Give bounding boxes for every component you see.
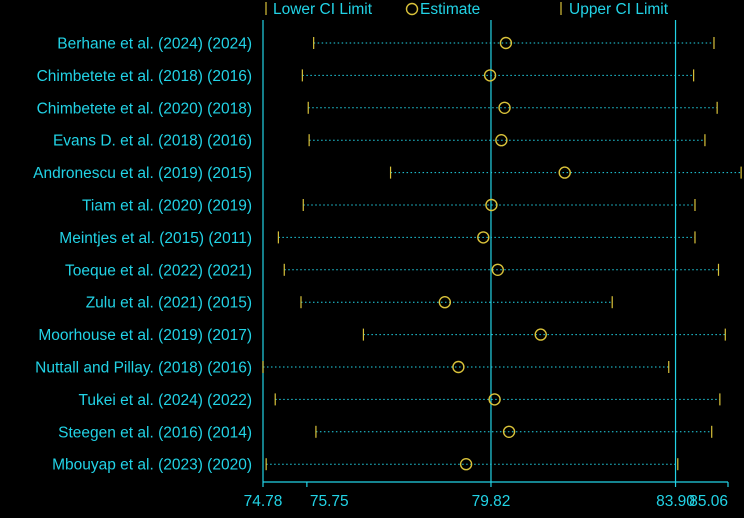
x-tick-label: 74.78: [244, 493, 283, 510]
study-row: Nuttall and Pillay. (2018) (2016): [35, 360, 670, 377]
study-row: Mbouyap et al. (2023) (2020): [52, 457, 679, 474]
study-label: Evans D. et al. (2018) (2016): [53, 133, 252, 150]
x-tick-label: 85.06: [689, 493, 728, 510]
study-rows: Berhane et al. (2024) (2024) Chimbetete e…: [33, 36, 742, 474]
study-row: Moorhouse et al. (2019) (2017): [38, 327, 726, 344]
study-label: Zulu et al. (2021) (2015): [86, 295, 252, 312]
study-row: Tiam et al. (2020) (2019): [82, 198, 696, 215]
legend-upper-label: Upper CI Limit: [569, 1, 669, 18]
study-row: Chimbetete et al. (2018) (2016): [37, 68, 695, 85]
study-label: Toeque et al. (2022) (2021): [65, 262, 252, 279]
study-row: Berhane et al. (2024) (2024): [57, 36, 715, 53]
study-row: Toeque et al. (2022) (2021): [65, 262, 720, 279]
study-label: Berhane et al. (2024) (2024): [57, 36, 252, 53]
study-label: Tiam et al. (2020) (2019): [82, 198, 252, 215]
study-label: Tukei et al. (2024) (2022): [79, 392, 252, 409]
study-label: Chimbetete et al. (2018) (2016): [37, 68, 252, 85]
estimate-marker: [558, 166, 571, 179]
study-row: Steegen et al. (2016) (2014): [58, 424, 713, 441]
study-label: Meintjes et al. (2015) (2011): [59, 230, 252, 247]
study-row: Meintjes et al. (2015) (2011): [59, 230, 696, 247]
estimate-marker: [483, 69, 497, 82]
estimate-marker: [452, 360, 465, 374]
study-row: Tukei et al. (2024) (2022): [79, 392, 721, 409]
reference-lines: [262, 20, 677, 482]
study-row: Zulu et al. (2021) (2015): [86, 295, 613, 312]
forest-plot: Lower CI Limit Estimate Upper CI Limit B…: [33, 1, 742, 510]
study-label: Moorhouse et al. (2019) (2017): [38, 327, 252, 344]
study-label: Mbouyap et al. (2023) (2020): [52, 457, 252, 474]
x-axis: 74.78 75.75 79.82 83.9085.06: [244, 481, 729, 510]
legend: Lower CI Limit Estimate Upper CI Limit: [265, 1, 669, 18]
x-tick-label: 75.75: [310, 493, 349, 510]
study-label: Steegen et al. (2016) (2014): [58, 424, 252, 441]
study-label: Andronescu et al. (2019) (2015): [33, 165, 252, 182]
study-label: Nuttall and Pillay. (2018) (2016): [35, 360, 252, 377]
estimate-marker: [438, 296, 452, 309]
x-tick-label: 79.82: [472, 493, 511, 510]
study-row: Andronescu et al. (2019) (2015): [33, 165, 742, 182]
legend-lower-label: Lower CI Limit: [273, 1, 373, 18]
legend-estimate-label: Estimate: [420, 1, 480, 18]
study-row: Chimbetete et al. (2020) (2018): [37, 100, 718, 117]
study-row: Evans D. et al. (2018) (2016): [53, 133, 706, 150]
study-label: Chimbetete et al. (2020) (2018): [37, 100, 252, 117]
legend-estimate-marker: [405, 2, 419, 16]
